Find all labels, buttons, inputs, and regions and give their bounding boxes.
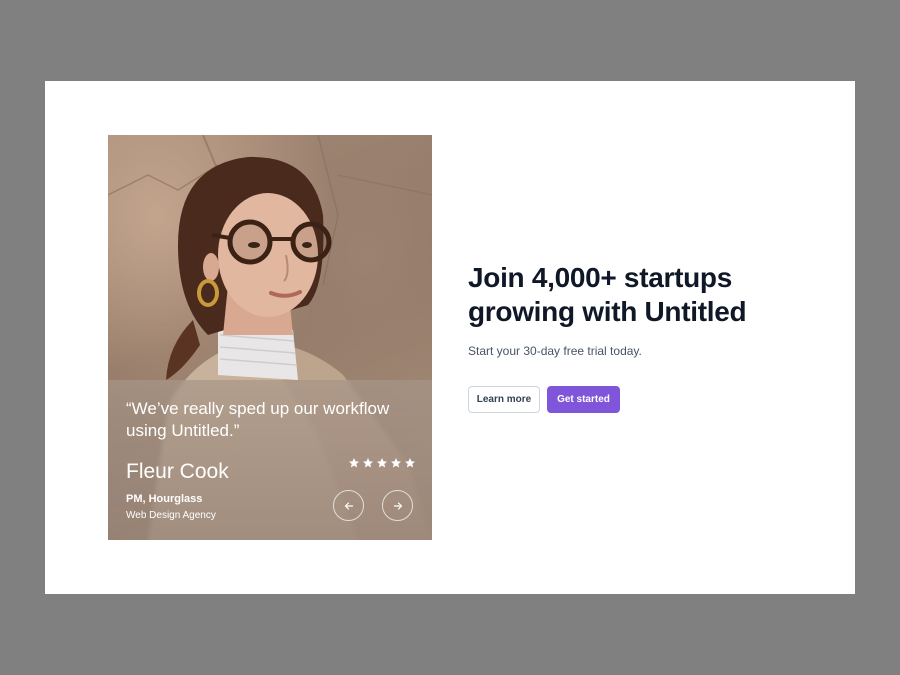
learn-more-button[interactable]: Learn more: [468, 386, 540, 413]
cta-heading-line-1: Join 4,000+ startups: [468, 262, 733, 293]
testimonial-author-company: Web Design Agency: [126, 510, 216, 521]
cta-heading: Join 4,000+ startups growing with Untitl…: [468, 261, 798, 329]
star-rating: [348, 457, 416, 469]
star-icon: [391, 458, 401, 468]
testimonial-author-role: PM, Hourglass: [126, 493, 203, 505]
star-icon: [405, 458, 415, 468]
testimonial-quote: “We’ve really sped up our workflow using…: [126, 399, 390, 440]
arrow-right-icon: [393, 501, 402, 510]
star-icon: [349, 458, 359, 468]
get-started-button[interactable]: Get started: [547, 386, 620, 413]
star-icon: [363, 458, 373, 468]
next-testimonial-button[interactable]: [382, 490, 413, 521]
testimonial-author-name: Fleur Cook: [126, 460, 229, 483]
cta-section: “We’ve really sped up our workflow using…: [45, 81, 855, 594]
testimonial-photo-card: “We’ve really sped up our workflow using…: [108, 135, 432, 540]
arrow-left-icon: [344, 501, 353, 510]
star-icon: [377, 458, 387, 468]
cta-heading-line-2: growing with Untitled: [468, 296, 747, 327]
cta-subtitle: Start your 30-day free trial today.: [468, 344, 642, 358]
previous-testimonial-button[interactable]: [333, 490, 364, 521]
